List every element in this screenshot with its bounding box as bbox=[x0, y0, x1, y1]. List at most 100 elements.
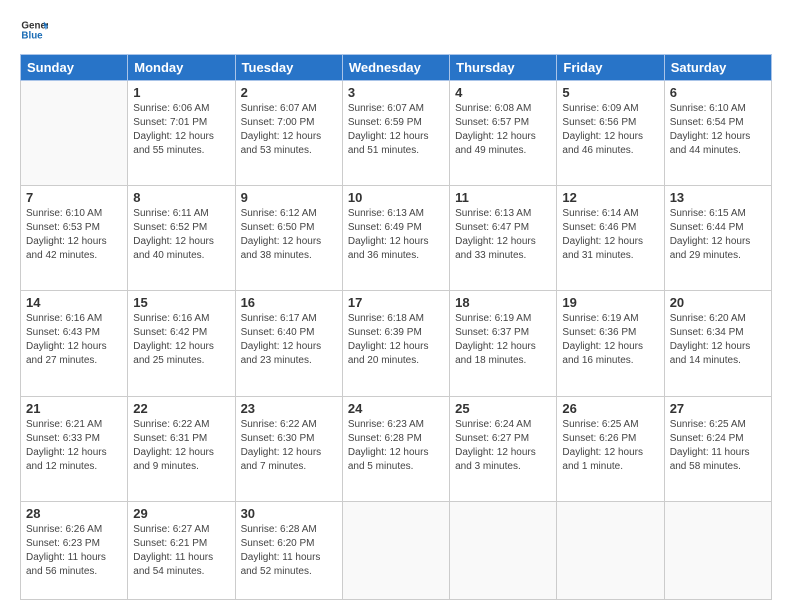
day-number: 25 bbox=[455, 401, 551, 416]
calendar-day-header: Wednesday bbox=[342, 55, 449, 81]
day-info: Sunrise: 6:10 AM Sunset: 6:53 PM Dayligh… bbox=[26, 207, 122, 263]
calendar-week-row: 14 Sunrise: 6:16 AM Sunset: 6:43 PM Dayli… bbox=[21, 291, 772, 396]
calendar-cell: 3 Sunrise: 6:07 AM Sunset: 6:59 PM Daylig… bbox=[342, 81, 449, 186]
day-number: 10 bbox=[348, 190, 444, 205]
day-info: Sunrise: 6:21 AM Sunset: 6:33 PM Dayligh… bbox=[26, 418, 122, 474]
calendar-cell: 27 Sunrise: 6:25 AM Sunset: 6:24 PM Dayli… bbox=[664, 396, 771, 501]
day-number: 30 bbox=[241, 506, 337, 521]
day-info: Sunrise: 6:13 AM Sunset: 6:47 PM Dayligh… bbox=[455, 207, 551, 263]
calendar-cell: 14 Sunrise: 6:16 AM Sunset: 6:43 PM Dayli… bbox=[21, 291, 128, 396]
day-number: 6 bbox=[670, 85, 766, 100]
day-info: Sunrise: 6:26 AM Sunset: 6:23 PM Dayligh… bbox=[26, 523, 122, 579]
calendar-cell: 10 Sunrise: 6:13 AM Sunset: 6:49 PM Dayli… bbox=[342, 186, 449, 291]
calendar-cell: 8Sunrise: 6:11 AM Sunset: 6:52 PM Daylig… bbox=[128, 186, 235, 291]
day-number: 19 bbox=[562, 295, 658, 310]
calendar-cell: 1 Sunrise: 6:06 AM Sunset: 7:01 PM Daylig… bbox=[128, 81, 235, 186]
day-number: 21 bbox=[26, 401, 122, 416]
calendar-cell: 29Sunrise: 6:27 AM Sunset: 6:21 PM Dayli… bbox=[128, 501, 235, 599]
calendar-cell: 19 Sunrise: 6:19 AM Sunset: 6:36 PM Dayli… bbox=[557, 291, 664, 396]
calendar-day-header: Friday bbox=[557, 55, 664, 81]
calendar-cell: 5Sunrise: 6:09 AM Sunset: 6:56 PM Daylig… bbox=[557, 81, 664, 186]
day-number: 24 bbox=[348, 401, 444, 416]
calendar-week-row: 28 Sunrise: 6:26 AM Sunset: 6:23 PM Dayli… bbox=[21, 501, 772, 599]
day-number: 22 bbox=[133, 401, 229, 416]
calendar-cell: 11 Sunrise: 6:13 AM Sunset: 6:47 PM Dayli… bbox=[450, 186, 557, 291]
calendar-cell bbox=[450, 501, 557, 599]
calendar-cell: 2 Sunrise: 6:07 AM Sunset: 7:00 PM Daylig… bbox=[235, 81, 342, 186]
day-info: Sunrise: 6:07 AM Sunset: 6:59 PM Dayligh… bbox=[348, 102, 444, 158]
header: General Blue bbox=[20, 16, 772, 44]
day-info: Sunrise: 6:19 AM Sunset: 6:37 PM Dayligh… bbox=[455, 312, 551, 368]
day-info: Sunrise: 6:28 AM Sunset: 6:20 PM Dayligh… bbox=[241, 523, 337, 579]
calendar-cell: 23 Sunrise: 6:22 AM Sunset: 6:30 PM Dayli… bbox=[235, 396, 342, 501]
day-number: 27 bbox=[670, 401, 766, 416]
calendar-cell: 20Sunrise: 6:20 AM Sunset: 6:34 PM Dayli… bbox=[664, 291, 771, 396]
day-info: Sunrise: 6:16 AM Sunset: 6:42 PM Dayligh… bbox=[133, 312, 229, 368]
calendar-cell: 21 Sunrise: 6:21 AM Sunset: 6:33 PM Dayli… bbox=[21, 396, 128, 501]
day-info: Sunrise: 6:14 AM Sunset: 6:46 PM Dayligh… bbox=[562, 207, 658, 263]
day-number: 15 bbox=[133, 295, 229, 310]
day-info: Sunrise: 6:07 AM Sunset: 7:00 PM Dayligh… bbox=[241, 102, 337, 158]
calendar-cell: 15 Sunrise: 6:16 AM Sunset: 6:42 PM Dayli… bbox=[128, 291, 235, 396]
logo-icon: General Blue bbox=[20, 16, 48, 44]
day-number: 20 bbox=[670, 295, 766, 310]
calendar-cell: 28 Sunrise: 6:26 AM Sunset: 6:23 PM Dayli… bbox=[21, 501, 128, 599]
calendar-day-header: Tuesday bbox=[235, 55, 342, 81]
day-info: Sunrise: 6:06 AM Sunset: 7:01 PM Dayligh… bbox=[133, 102, 229, 158]
day-info: Sunrise: 6:25 AM Sunset: 6:24 PM Dayligh… bbox=[670, 418, 766, 474]
calendar-table: SundayMondayTuesdayWednesdayThursdayFrid… bbox=[20, 54, 772, 600]
day-number: 18 bbox=[455, 295, 551, 310]
day-number: 13 bbox=[670, 190, 766, 205]
day-number: 2 bbox=[241, 85, 337, 100]
calendar-cell: 24 Sunrise: 6:23 AM Sunset: 6:28 PM Dayli… bbox=[342, 396, 449, 501]
day-info: Sunrise: 6:27 AM Sunset: 6:21 PM Dayligh… bbox=[133, 523, 229, 579]
day-number: 12 bbox=[562, 190, 658, 205]
day-number: 23 bbox=[241, 401, 337, 416]
calendar-cell: 12 Sunrise: 6:14 AM Sunset: 6:46 PM Dayli… bbox=[557, 186, 664, 291]
calendar-day-header: Sunday bbox=[21, 55, 128, 81]
calendar-cell bbox=[557, 501, 664, 599]
calendar-cell: 17Sunrise: 6:18 AM Sunset: 6:39 PM Dayli… bbox=[342, 291, 449, 396]
day-number: 1 bbox=[133, 85, 229, 100]
calendar-cell: 16Sunrise: 6:17 AM Sunset: 6:40 PM Dayli… bbox=[235, 291, 342, 396]
calendar-cell: 25Sunrise: 6:24 AM Sunset: 6:27 PM Dayli… bbox=[450, 396, 557, 501]
day-info: Sunrise: 6:22 AM Sunset: 6:31 PM Dayligh… bbox=[133, 418, 229, 474]
day-info: Sunrise: 6:08 AM Sunset: 6:57 PM Dayligh… bbox=[455, 102, 551, 158]
calendar-cell bbox=[21, 81, 128, 186]
day-info: Sunrise: 6:16 AM Sunset: 6:43 PM Dayligh… bbox=[26, 312, 122, 368]
calendar-cell: 7 Sunrise: 6:10 AM Sunset: 6:53 PM Daylig… bbox=[21, 186, 128, 291]
day-info: Sunrise: 6:13 AM Sunset: 6:49 PM Dayligh… bbox=[348, 207, 444, 263]
calendar-week-row: 1 Sunrise: 6:06 AM Sunset: 7:01 PM Daylig… bbox=[21, 81, 772, 186]
day-info: Sunrise: 6:11 AM Sunset: 6:52 PM Dayligh… bbox=[133, 207, 229, 263]
calendar-cell: 6 Sunrise: 6:10 AM Sunset: 6:54 PM Daylig… bbox=[664, 81, 771, 186]
day-number: 14 bbox=[26, 295, 122, 310]
calendar-cell: 30 Sunrise: 6:28 AM Sunset: 6:20 PM Dayli… bbox=[235, 501, 342, 599]
day-number: 9 bbox=[241, 190, 337, 205]
day-info: Sunrise: 6:10 AM Sunset: 6:54 PM Dayligh… bbox=[670, 102, 766, 158]
day-info: Sunrise: 6:25 AM Sunset: 6:26 PM Dayligh… bbox=[562, 418, 658, 474]
day-info: Sunrise: 6:12 AM Sunset: 6:50 PM Dayligh… bbox=[241, 207, 337, 263]
calendar-cell: 13Sunrise: 6:15 AM Sunset: 6:44 PM Dayli… bbox=[664, 186, 771, 291]
calendar-cell bbox=[342, 501, 449, 599]
logo: General Blue bbox=[20, 16, 52, 44]
calendar-week-row: 7 Sunrise: 6:10 AM Sunset: 6:53 PM Daylig… bbox=[21, 186, 772, 291]
calendar-header-row: SundayMondayTuesdayWednesdayThursdayFrid… bbox=[21, 55, 772, 81]
day-info: Sunrise: 6:19 AM Sunset: 6:36 PM Dayligh… bbox=[562, 312, 658, 368]
day-number: 11 bbox=[455, 190, 551, 205]
day-number: 17 bbox=[348, 295, 444, 310]
day-number: 16 bbox=[241, 295, 337, 310]
calendar-cell: 9 Sunrise: 6:12 AM Sunset: 6:50 PM Daylig… bbox=[235, 186, 342, 291]
calendar-day-header: Monday bbox=[128, 55, 235, 81]
day-number: 4 bbox=[455, 85, 551, 100]
calendar-cell: 26 Sunrise: 6:25 AM Sunset: 6:26 PM Dayli… bbox=[557, 396, 664, 501]
day-number: 26 bbox=[562, 401, 658, 416]
day-info: Sunrise: 6:09 AM Sunset: 6:56 PM Dayligh… bbox=[562, 102, 658, 158]
day-number: 7 bbox=[26, 190, 122, 205]
day-info: Sunrise: 6:22 AM Sunset: 6:30 PM Dayligh… bbox=[241, 418, 337, 474]
calendar-cell bbox=[664, 501, 771, 599]
day-number: 3 bbox=[348, 85, 444, 100]
calendar-cell: 4 Sunrise: 6:08 AM Sunset: 6:57 PM Daylig… bbox=[450, 81, 557, 186]
day-info: Sunrise: 6:23 AM Sunset: 6:28 PM Dayligh… bbox=[348, 418, 444, 474]
day-number: 28 bbox=[26, 506, 122, 521]
svg-text:Blue: Blue bbox=[21, 30, 43, 41]
